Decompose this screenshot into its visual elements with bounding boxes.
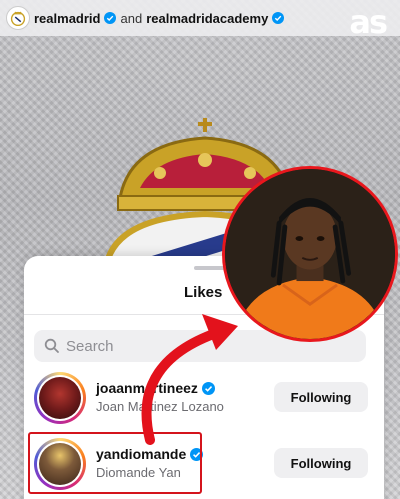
following-button[interactable]: Following	[274, 382, 368, 412]
account-name-2[interactable]: realmadridacademy	[146, 11, 268, 26]
verified-badge-icon	[104, 12, 117, 24]
following-button[interactable]: Following	[274, 448, 368, 478]
verified-badge-icon	[272, 12, 285, 24]
account-name-1[interactable]: realmadrid	[34, 11, 100, 26]
player-portrait-image	[225, 169, 395, 339]
crest-icon	[10, 11, 26, 27]
realmadrid-avatar[interactable]	[6, 6, 30, 30]
avatar[interactable]	[34, 372, 86, 424]
post-header: realmadrid and realmadridacademy	[0, 0, 400, 36]
red-arrow-icon	[141, 314, 238, 445]
avatar-image	[39, 377, 81, 419]
search-icon	[44, 338, 59, 353]
as-logo: as	[349, 3, 388, 41]
conjunction-text: and	[120, 10, 143, 26]
